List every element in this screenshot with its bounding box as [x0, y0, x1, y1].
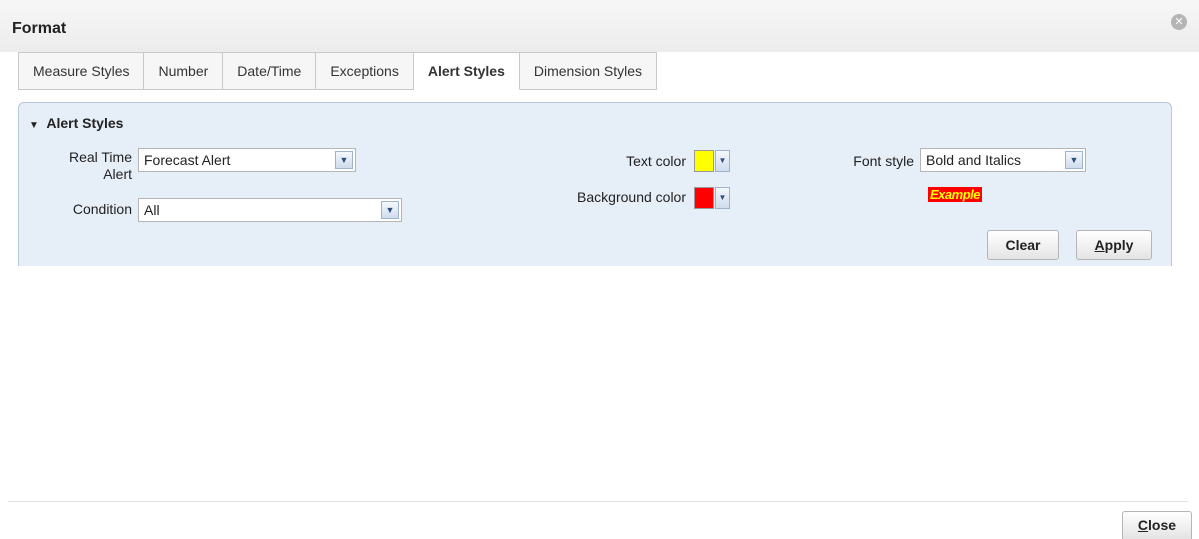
- apply-accelerator: A: [1094, 237, 1105, 253]
- apply-button[interactable]: Apply: [1076, 230, 1152, 260]
- apply-label-rest: pply: [1104, 237, 1134, 253]
- tab-measure-styles[interactable]: Measure Styles: [18, 52, 145, 90]
- footer-divider: [8, 501, 1188, 502]
- panel-header-label: Alert Styles: [46, 115, 124, 131]
- chevron-down-icon: ▼: [1065, 151, 1083, 169]
- real-time-alert-value: Forecast Alert: [144, 152, 231, 168]
- tab-number[interactable]: Number: [144, 52, 224, 90]
- font-style-select[interactable]: Bold and Italics ▼: [920, 148, 1086, 172]
- dialog-title: Format: [12, 20, 67, 37]
- background-color-picker[interactable]: ▼: [694, 187, 730, 209]
- tab-alert-styles[interactable]: Alert Styles: [413, 52, 520, 90]
- chevron-down-icon: ▼: [29, 120, 39, 131]
- tab-dimension-styles[interactable]: Dimension Styles: [519, 52, 658, 90]
- font-style-label: Font style: [853, 153, 914, 169]
- chevron-down-icon: ▼: [381, 201, 399, 219]
- text-color-label: Text color: [626, 153, 686, 169]
- background-color-label: Background color: [577, 189, 686, 205]
- dialog-close-icon[interactable]: ✕: [1171, 14, 1187, 30]
- chevron-down-icon: ▼: [715, 150, 730, 172]
- tab-date-time[interactable]: Date/Time: [223, 52, 317, 90]
- chevron-down-icon: ▼: [335, 151, 353, 169]
- close-accelerator: C: [1137, 517, 1149, 533]
- condition-label: Condition: [72, 201, 132, 217]
- panel-header[interactable]: ▼ Alert Styles: [29, 115, 123, 131]
- close-label-rest: lose: [1148, 517, 1177, 533]
- chevron-down-icon: ▼: [715, 187, 730, 209]
- real-time-alert-label-line1: Real Time: [68, 149, 132, 165]
- real-time-alert-label: Real Time Alert: [26, 149, 132, 183]
- tab-bar: Measure Styles Number Date/Time Exceptio…: [18, 52, 658, 90]
- text-color-picker[interactable]: ▼: [694, 150, 730, 172]
- text-color-swatch: [694, 150, 714, 172]
- real-time-alert-select[interactable]: Forecast Alert ▼: [138, 148, 356, 172]
- condition-value: All: [144, 202, 160, 218]
- tab-exceptions[interactable]: Exceptions: [316, 52, 414, 90]
- close-button[interactable]: Close: [1122, 511, 1192, 539]
- font-style-example: Example: [928, 187, 982, 202]
- dialog-titlebar: Format ✕: [0, 0, 1199, 52]
- real-time-alert-label-line2: Alert: [103, 166, 132, 182]
- font-style-value: Bold and Italics: [926, 152, 1021, 168]
- clear-button[interactable]: Clear: [987, 230, 1059, 260]
- background-color-swatch: [694, 187, 714, 209]
- condition-select[interactable]: All ▼: [138, 198, 402, 222]
- format-dialog: Format ✕ Measure Styles Number Date/Time…: [0, 0, 1199, 539]
